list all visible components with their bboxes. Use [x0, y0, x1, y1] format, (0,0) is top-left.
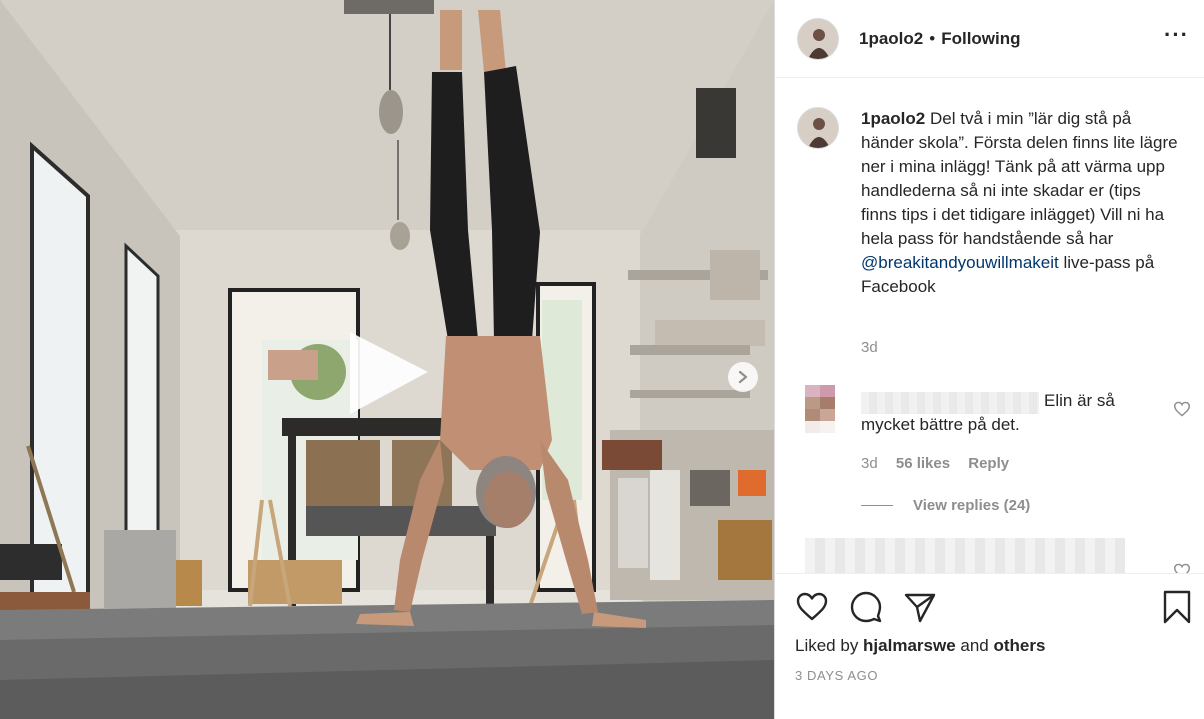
divider-line: [861, 505, 893, 506]
caption-mention-link[interactable]: @breakitandyouwillmakeit: [861, 253, 1059, 272]
avatar-image: [798, 108, 838, 148]
play-button[interactable]: [344, 330, 434, 420]
avatar-image: [798, 18, 838, 59]
post-caption: 1paolo2 Del två i min ”lär dig stå på hä…: [797, 107, 1197, 356]
liked-prefix: Liked by: [795, 636, 864, 655]
comments-list[interactable]: 1paolo2 Del två i min ”lär dig stå på hä…: [775, 79, 1204, 573]
separator-dot: •: [929, 28, 936, 48]
action-buttons: [795, 590, 937, 624]
next-media-button[interactable]: [728, 362, 758, 392]
speech-bubble-icon[interactable]: [849, 590, 883, 624]
post-video[interactable]: [0, 0, 774, 719]
avatar[interactable]: [797, 17, 839, 60]
instagram-post-view: 1paolo2 • Following ··· 1paolo2 Del två …: [0, 0, 1204, 719]
comment-likes[interactable]: 56 likes: [896, 455, 950, 472]
blurred-comment: [805, 538, 1125, 573]
reply-button[interactable]: Reply: [968, 455, 1009, 472]
comment-text: Elin är så mycket bättre på det.: [861, 391, 1115, 434]
comment-meta: 3d 56 likes Reply: [861, 455, 1023, 472]
caption-body: Del två i min ”lär dig stå på händer sko…: [861, 109, 1178, 248]
blurred-avatar: [805, 385, 835, 433]
heart-icon[interactable]: [1173, 401, 1191, 417]
bookmark-icon[interactable]: [1161, 590, 1193, 624]
comment-time[interactable]: 3d: [861, 455, 878, 472]
liked-by-text: Liked by hjalmarswe and others: [795, 636, 1045, 656]
caption-username[interactable]: 1paolo2: [861, 109, 925, 128]
comment-item: [797, 535, 1197, 573]
chevron-right-icon: [738, 370, 748, 384]
play-icon: [350, 332, 428, 414]
post-actions: Liked by hjalmarswe and others 3 DAYS AG…: [775, 573, 1204, 719]
avatar[interactable]: [797, 107, 839, 149]
paper-plane-icon[interactable]: [903, 590, 937, 624]
post-header: 1paolo2 • Following ···: [775, 0, 1204, 78]
liked-and: and: [955, 636, 994, 655]
view-replies-button[interactable]: View replies (24): [861, 497, 1030, 514]
header-username[interactable]: 1paolo2: [859, 29, 923, 49]
heart-icon[interactable]: [1173, 563, 1191, 573]
view-replies-label: View replies (24): [913, 497, 1031, 514]
liked-user-link[interactable]: hjalmarswe: [863, 636, 956, 655]
caption-time[interactable]: 3d: [861, 339, 878, 356]
following-button[interactable]: Following: [941, 29, 1020, 49]
caption-text: 1paolo2 Del två i min ”lär dig stå på hä…: [861, 107, 1181, 299]
post-sidebar: 1paolo2 • Following ··· 1paolo2 Del två …: [774, 0, 1204, 719]
heart-icon[interactable]: [795, 590, 829, 624]
post-timestamp[interactable]: 3 DAYS AGO: [795, 668, 878, 683]
liked-others-link[interactable]: others: [993, 636, 1045, 655]
more-options-icon[interactable]: ···: [1164, 22, 1189, 48]
